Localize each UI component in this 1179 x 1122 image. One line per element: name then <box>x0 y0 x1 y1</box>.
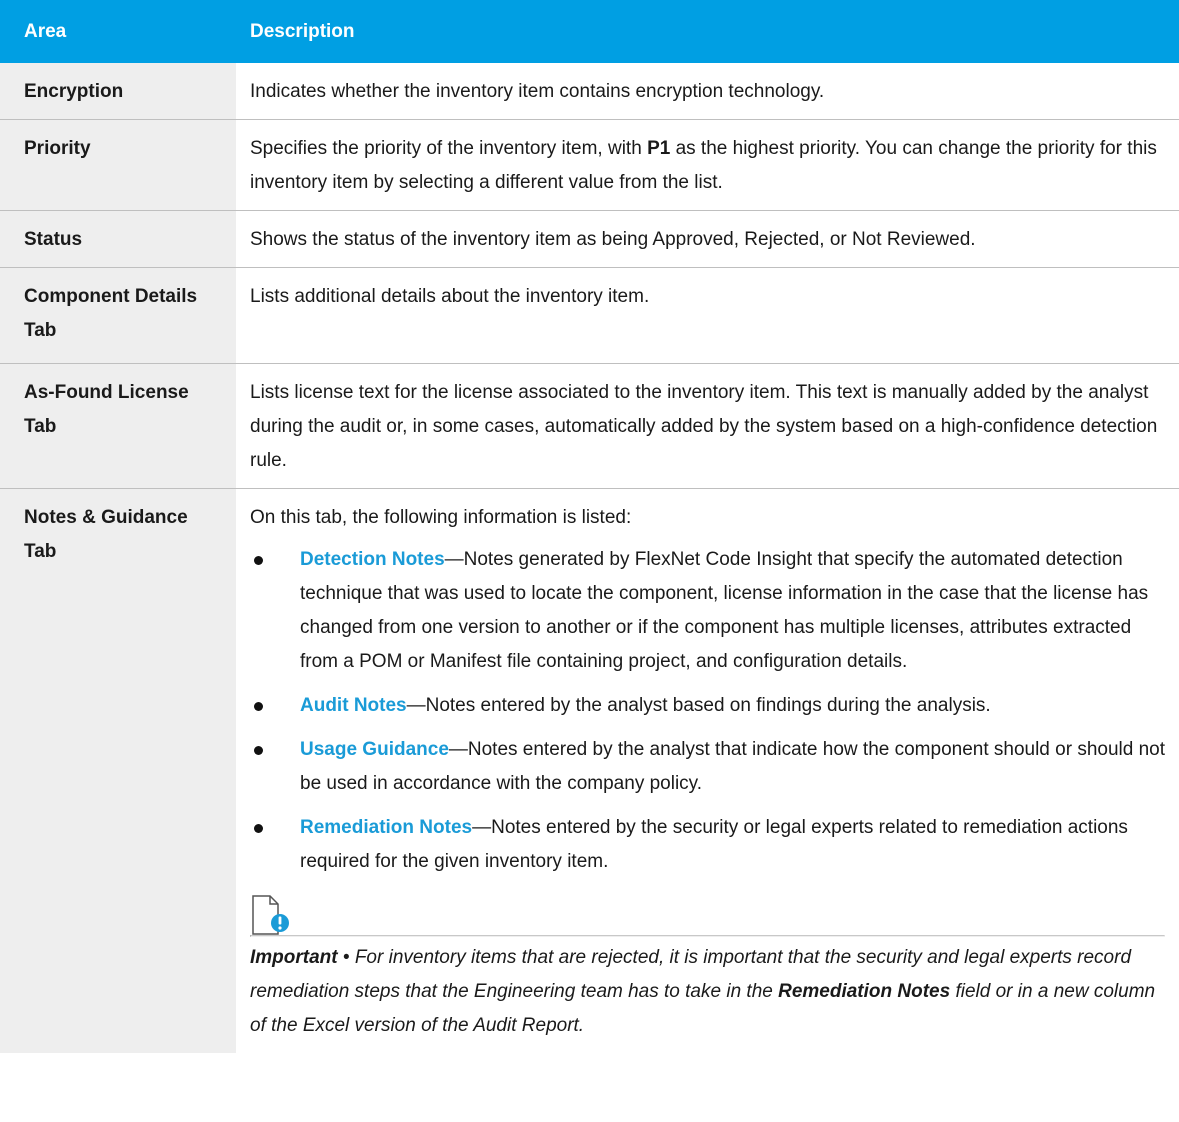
row-desc-notes-guidance: On this tab, the following information i… <box>236 488 1179 1053</box>
important-label: Important <box>250 947 338 968</box>
term-usage-guidance[interactable]: Usage Guidance <box>300 739 449 760</box>
priority-p1-label: P1 <box>647 138 671 159</box>
column-header-description: Description <box>236 0 1179 63</box>
list-item: Audit Notes—Notes entered by the analyst… <box>250 689 1165 723</box>
important-remediation-term: Remediation Notes <box>778 981 951 1002</box>
row-area-priority: Priority <box>0 119 236 211</box>
list-item: Usage Guidance—Notes entered by the anal… <box>250 733 1165 801</box>
row-desc-component-details: Lists additional details about the inven… <box>236 267 1179 364</box>
list-item: Detection Notes—Notes generated by FlexN… <box>250 543 1165 679</box>
term-audit-notes[interactable]: Audit Notes <box>300 695 407 716</box>
row-area-component-details: Component Details Tab <box>0 267 236 364</box>
note-divider <box>250 935 1165 937</box>
row-desc-encryption: Indicates whether the inventory item con… <box>236 63 1179 120</box>
notes-list: Detection Notes—Notes generated by FlexN… <box>250 543 1165 879</box>
bullet-icon <box>254 702 263 711</box>
table-row: Encryption Indicates whether the invento… <box>0 63 1179 120</box>
table-row: As-Found License Tab Lists license text … <box>0 363 1179 489</box>
row-desc-priority: Specifies the priority of the inventory … <box>236 119 1179 211</box>
table-row: Status Shows the status of the inventory… <box>0 210 1179 268</box>
row-area-status: Status <box>0 210 236 268</box>
list-item: Remediation Notes—Notes entered by the s… <box>250 811 1165 879</box>
bullet-icon <box>254 824 263 833</box>
reference-table: Area Description Encryption Indicates wh… <box>0 0 1179 1053</box>
table-header-row: Area Description <box>0 0 1179 63</box>
important-note-text: Important • For inventory items that are… <box>250 941 1165 1043</box>
row-desc-as-found-license: Lists license text for the license assoc… <box>236 363 1179 489</box>
important-separator: • <box>337 947 355 968</box>
table-row: Component Details Tab Lists additional d… <box>0 267 1179 364</box>
list-item-text: —Notes entered by the analyst based on f… <box>406 695 991 716</box>
priority-text-pre: Specifies the priority of the inventory … <box>250 138 648 159</box>
bullet-icon <box>254 556 263 565</box>
term-detection-notes[interactable]: Detection Notes <box>300 549 445 570</box>
column-header-area: Area <box>0 0 236 63</box>
row-desc-status: Shows the status of the inventory item a… <box>236 210 1179 268</box>
important-note-icon <box>252 895 289 935</box>
term-remediation-notes[interactable]: Remediation Notes <box>300 817 472 838</box>
row-area-notes-guidance: Notes & Guidance Tab <box>0 488 236 1053</box>
important-note-icon-wrap <box>250 895 1165 935</box>
bullet-icon <box>254 746 263 755</box>
notes-intro: On this tab, the following information i… <box>250 507 632 528</box>
table-row: Priority Specifies the priority of the i… <box>0 119 1179 211</box>
row-area-encryption: Encryption <box>0 63 236 120</box>
row-area-as-found-license: As-Found License Tab <box>0 363 236 489</box>
table-row: Notes & Guidance Tab On this tab, the fo… <box>0 488 1179 1053</box>
